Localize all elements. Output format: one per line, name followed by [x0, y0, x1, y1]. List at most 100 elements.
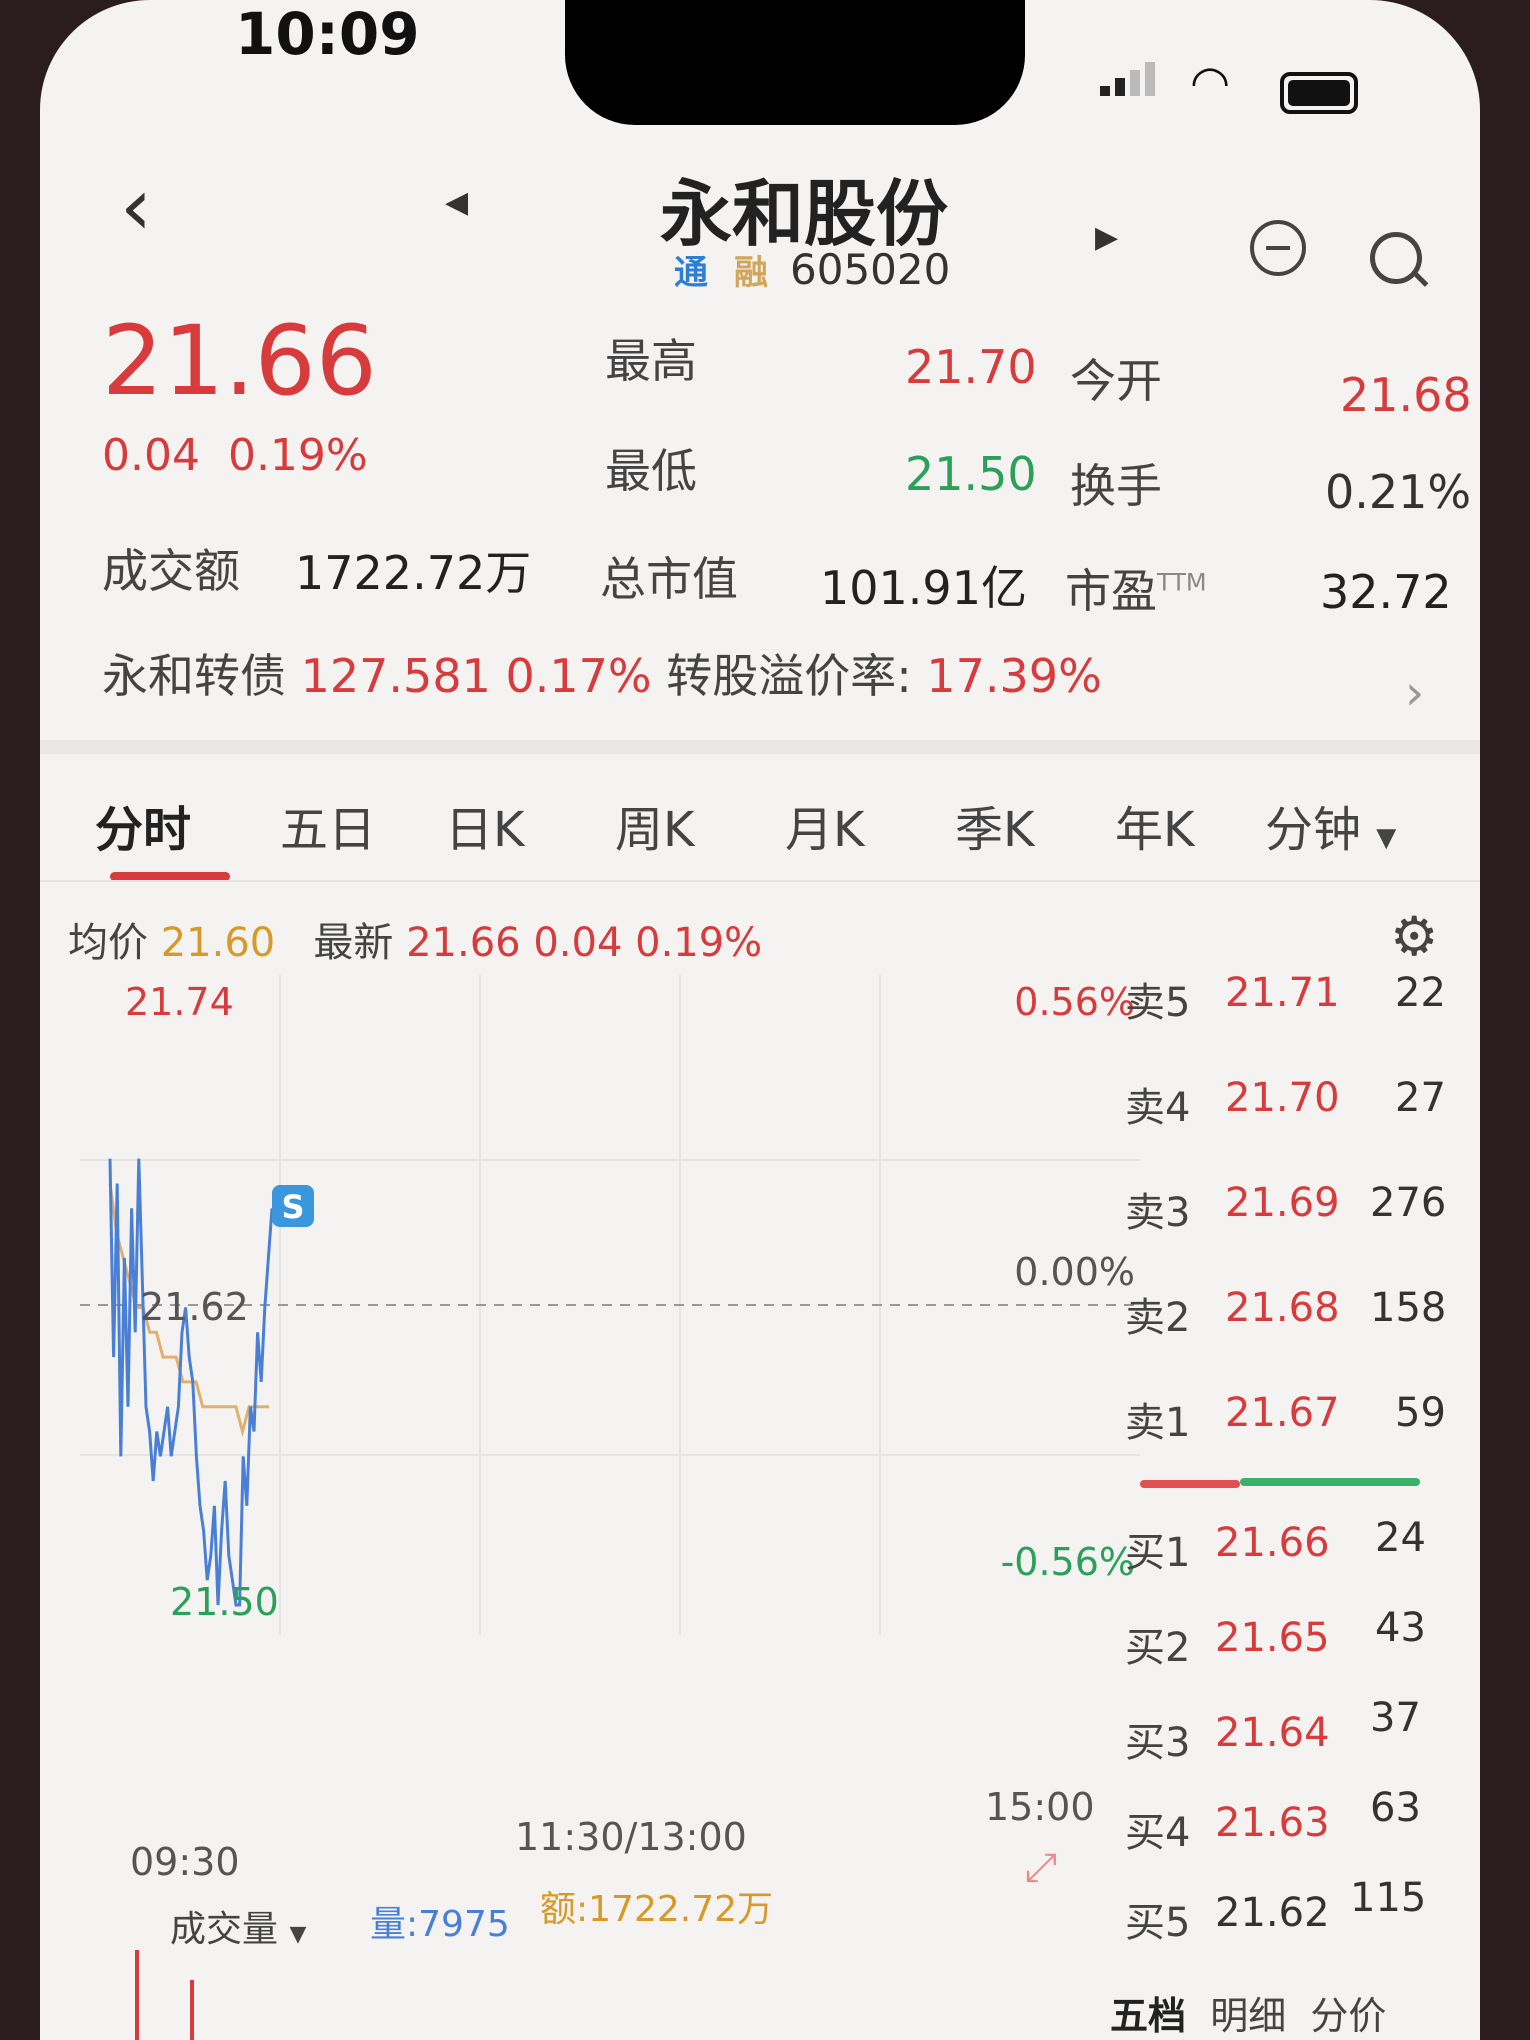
sell-strength-bar — [1140, 1480, 1240, 1488]
pe-label: 市盈TTM — [1065, 555, 1207, 621]
tong-badge: 通 — [674, 253, 708, 293]
premium-value: 17.39% — [926, 649, 1102, 703]
bid1-vol: 24 — [1375, 1515, 1426, 1561]
amount-label: 成交额 — [102, 544, 240, 598]
order-book: 卖5 21.71 22 卖4 21.70 27 卖3 21.69 276 卖2 … — [1125, 960, 1465, 2000]
bid1-label: 买1 — [1125, 1530, 1191, 1576]
bid5-price: 21.62 — [1215, 1890, 1330, 1936]
tab-rik[interactable]: 日K — [445, 790, 524, 860]
tab-yuek[interactable]: 月K — [785, 790, 864, 860]
pct-low-label: -0.56% — [1001, 1540, 1135, 1584]
ask1-price: 21.67 — [1225, 1390, 1340, 1436]
battery-icon — [1280, 72, 1358, 114]
ask3-price: 21.69 — [1225, 1180, 1340, 1226]
tab-wuri[interactable]: 五日 — [280, 790, 376, 860]
ask3-label: 卖3 — [1125, 1190, 1191, 1236]
open-label: 今开 — [1070, 354, 1162, 408]
expand-icon[interactable]: ⤢ — [1025, 1845, 1057, 1891]
ask2-vol: 158 — [1370, 1285, 1447, 1331]
turnover-value: 0.21% — [1325, 465, 1472, 519]
tab-mingxi[interactable]: 明细 — [1210, 1994, 1286, 2038]
chart-info: 均价 21.60 最新 21.66 0.04 0.19% — [68, 910, 762, 968]
bid4-label: 买4 — [1125, 1810, 1191, 1856]
signal-icon — [1100, 62, 1160, 96]
settings-icon[interactable]: ⚙ — [1390, 905, 1438, 968]
next-stock-icon[interactable]: ▶ — [1095, 220, 1118, 255]
chevron-right-icon[interactable]: › — [1405, 665, 1424, 721]
bid2-vol: 43 — [1375, 1605, 1426, 1651]
latest-value: 21.66 0.04 0.19% — [406, 920, 763, 966]
s-marker-text: S — [281, 1188, 304, 1226]
current-price: 21.66 — [102, 305, 377, 417]
bid3-vol: 37 — [1370, 1695, 1421, 1741]
bid3-price: 21.64 — [1215, 1710, 1330, 1756]
y-high-label: 21.74 — [125, 980, 234, 1024]
x-mid-label: 11:30/13:00 — [515, 1815, 747, 1859]
amount-value: 1722.72万 — [295, 546, 532, 600]
volume-bar-2 — [190, 1980, 194, 2040]
bid5-vol: 115 — [1350, 1875, 1427, 1921]
pe-value: 32.72 — [1320, 565, 1452, 619]
ask1-vol: 59 — [1395, 1390, 1446, 1436]
tab-niank[interactable]: 年K — [1115, 790, 1194, 860]
dropdown-icon: ▼ — [1376, 823, 1397, 853]
volume-dropdown-icon: ▼ — [289, 1922, 307, 1947]
pct-mid-label: 0.00% — [1014, 1250, 1135, 1294]
bond-row[interactable]: 永和转债 127.581 0.17% 转股溢价率: 17.39% — [102, 640, 1102, 706]
volume-bar-1 — [135, 1950, 139, 2040]
volume-label: 成交量 — [170, 1909, 279, 1950]
pct-high-label: 0.56% — [1014, 980, 1135, 1024]
low-value: 21.50 — [905, 447, 1037, 501]
ask4-price: 21.70 — [1225, 1075, 1340, 1121]
y-low-label: 21.50 — [170, 1580, 279, 1624]
rong-badge: 融 — [734, 253, 768, 293]
phone-screen: 10:09 ◠ ‹ ◀ 永和股份 通 融 605020 ▶ 21.66 0.04… — [40, 0, 1480, 2040]
bid2-price: 21.65 — [1215, 1615, 1330, 1661]
tab-fenjia[interactable]: 分价 — [1310, 1994, 1386, 2038]
ask3-vol: 276 — [1370, 1180, 1447, 1226]
ask2-price: 21.68 — [1225, 1285, 1340, 1331]
intraday-chart[interactable]: S 21.74 21.62 21.50 0.56% 0.00% -0.56% — [80, 975, 1140, 1635]
search-icon[interactable] — [1370, 232, 1422, 284]
avg-label: 均价 — [68, 920, 148, 966]
turnover-label: 换手 — [1070, 459, 1162, 513]
remove-watchlist-icon[interactable] — [1250, 220, 1306, 276]
bond-name: 永和转债 — [102, 649, 286, 703]
volume-selector[interactable]: 成交量 ▼ — [170, 1900, 306, 1952]
prev-stock-icon[interactable]: ◀ — [445, 185, 468, 220]
bid5-label: 买5 — [1125, 1900, 1191, 1946]
ask4-vol: 27 — [1395, 1075, 1446, 1121]
buy-strength-bar — [1240, 1478, 1420, 1486]
section-divider — [40, 740, 1480, 754]
s-marker[interactable]: S — [272, 1185, 314, 1227]
tab-jik[interactable]: 季K — [955, 790, 1034, 860]
ask5-vol: 22 — [1395, 970, 1446, 1016]
avg-value: 21.60 — [160, 920, 276, 966]
volume-count: 量:7975 — [370, 1904, 510, 1945]
tab-zhouk[interactable]: 周K — [615, 790, 694, 860]
y-mid-label: 21.62 — [140, 1285, 249, 1329]
status-time: 10:09 — [235, 0, 420, 68]
bid2-label: 买2 — [1125, 1625, 1191, 1671]
back-icon[interactable]: ‹ — [120, 160, 152, 253]
dynamic-island — [565, 0, 1025, 125]
pe-label-text: 市盈 — [1065, 564, 1157, 618]
change-value: 0.04 — [102, 430, 200, 481]
tab-wudang[interactable]: 五档 — [1110, 1994, 1186, 2038]
ask5-price: 21.71 — [1225, 970, 1340, 1016]
tab-fenshi[interactable]: 分时 — [95, 790, 191, 860]
ask2-label: 卖2 — [1125, 1295, 1191, 1341]
bid4-vol: 63 — [1370, 1785, 1421, 1831]
bid1-price: 21.66 — [1215, 1520, 1330, 1566]
tab-divider — [40, 880, 1480, 882]
price-change: 0.04 0.19% — [102, 430, 368, 481]
premium-label: 转股溢价率: — [666, 649, 912, 703]
mcap-value: 101.91亿 — [820, 561, 1027, 615]
period-tabs: 分时 五日 日K 周K 月K 季K 年K 分钟 ▼ — [95, 790, 1480, 860]
high-label: 最高 — [605, 334, 697, 388]
mcap-label: 总市值 — [600, 552, 738, 606]
bid4-price: 21.63 — [1215, 1800, 1330, 1846]
ask5-label: 卖5 — [1125, 980, 1191, 1026]
tab-fenzhong[interactable]: 分钟 ▼ — [1265, 790, 1396, 860]
x-start-label: 09:30 — [130, 1840, 240, 1884]
